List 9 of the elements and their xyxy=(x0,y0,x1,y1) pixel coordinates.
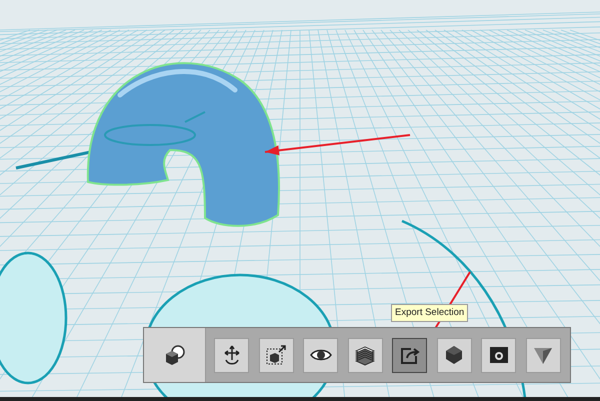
tool-button[interactable] xyxy=(481,338,516,372)
primitives-button[interactable] xyxy=(144,328,206,382)
tool-button[interactable] xyxy=(303,338,338,372)
tooltip: Export Selection xyxy=(391,304,468,322)
tool-button[interactable] xyxy=(258,338,294,372)
tool-button[interactable] xyxy=(348,338,382,372)
tool-button[interactable] xyxy=(214,338,249,372)
tool-button[interactable] xyxy=(436,338,472,372)
box-scale-icon xyxy=(264,343,288,367)
